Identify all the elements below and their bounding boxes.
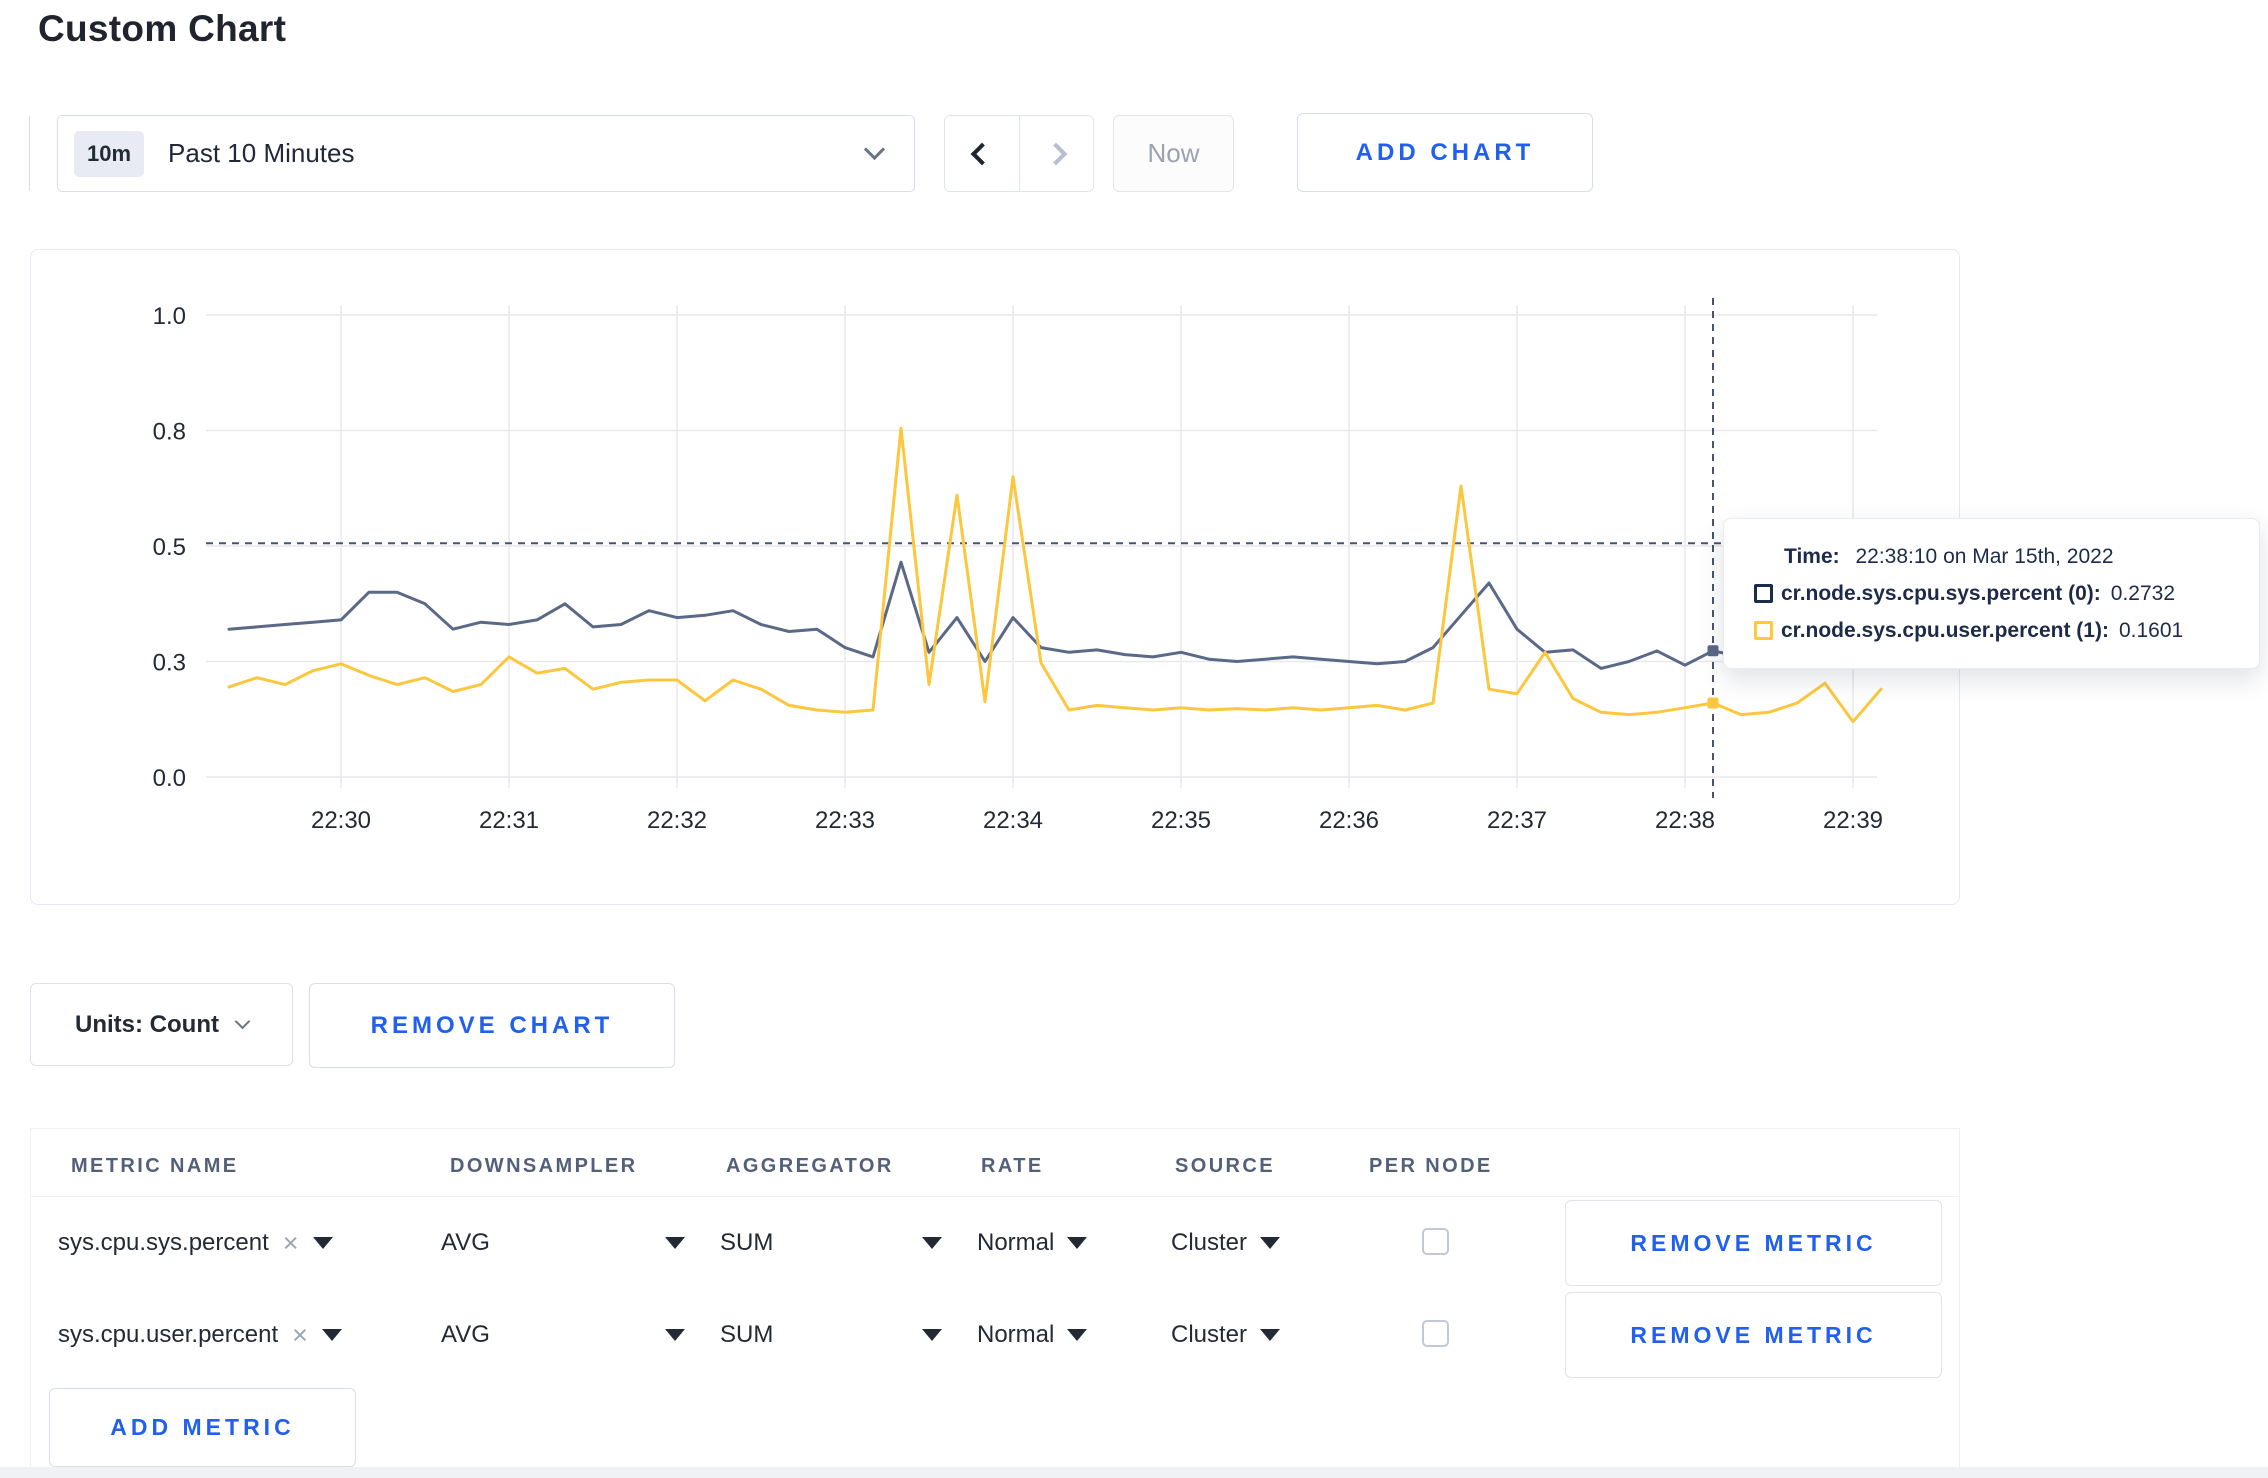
column-header-aggregator: AGGREGATOR	[726, 1155, 894, 1177]
source-value: Cluster	[1171, 1229, 1248, 1256]
page-bottom-strip	[0, 1467, 2268, 1478]
downsampler-select[interactable]: AVG	[441, 1292, 685, 1378]
series-line-1	[227, 426, 1883, 724]
metric-name-value: sys.cpu.user.percent	[58, 1321, 279, 1348]
time-window-label: Past 10 Minutes	[168, 138, 355, 168]
column-header-downsampler: DOWNSAMPLER	[450, 1155, 638, 1177]
next-time-button[interactable]	[1018, 116, 1093, 191]
caret-down-icon	[922, 1329, 942, 1341]
rate-select[interactable]: Normal	[977, 1292, 1088, 1378]
y-tick-label: 0.5	[153, 534, 186, 561]
caret-down-icon	[1067, 1329, 1088, 1341]
units-selector-label: Units: Count	[75, 1010, 219, 1038]
x-tick-label: 22:39	[1823, 807, 1883, 834]
tooltip-time-row: Time: 22:38:10 on Mar 15th, 2022	[1784, 545, 2259, 569]
chevron-down-icon	[234, 1013, 251, 1030]
tooltip-series-value: 0.2732	[2110, 581, 2176, 605]
per-node-checkbox[interactable]	[1422, 1320, 1449, 1347]
caret-down-icon	[312, 1237, 333, 1249]
tooltip-series-row: cr.node.sys.cpu.user.percent (1): 0.1601	[1754, 619, 2259, 643]
add-chart-button[interactable]: ADD CHART	[1297, 113, 1593, 192]
chart-panel[interactable]: 22:30 22:31 22:32 22:33 22:34 22:35 22:36 22:37…	[30, 249, 1960, 905]
source-select[interactable]: Cluster	[1171, 1200, 1281, 1286]
rate-value: Normal	[977, 1229, 1055, 1256]
chevron-left-icon	[970, 142, 994, 165]
user-series-swatch-icon	[1754, 621, 1773, 640]
column-header-metric-name: METRIC NAME	[71, 1155, 239, 1177]
caret-down-icon	[665, 1237, 685, 1249]
hover-point-0	[1707, 645, 1719, 657]
tooltip-series-row: cr.node.sys.cpu.sys.percent (0): 0.2732	[1754, 582, 2259, 606]
metrics-table-header: METRIC NAME DOWNSAMPLER AGGREGATOR RATE …	[31, 1129, 1959, 1197]
tooltip-time-label: Time:	[1784, 544, 1840, 568]
aggregator-select[interactable]: SUM	[720, 1200, 942, 1286]
metric-name-select[interactable]: sys.cpu.user.percent ×	[58, 1292, 342, 1378]
caret-down-icon	[1260, 1237, 1281, 1249]
table-row: sys.cpu.user.percent × AVG SUM Normal Cl…	[31, 1292, 1959, 1378]
rate-value: Normal	[977, 1321, 1055, 1348]
tooltip-series-value: 0.1601	[2118, 618, 2184, 642]
caret-down-icon	[1260, 1329, 1281, 1341]
caret-down-icon	[321, 1329, 342, 1341]
metrics-table: METRIC NAME DOWNSAMPLER AGGREGATOR RATE …	[30, 1128, 1960, 1467]
x-tick-label: 22:33	[815, 807, 875, 834]
x-tick-label: 22:37	[1487, 807, 1547, 834]
downsampler-value: AVG	[441, 1229, 490, 1256]
downsampler-value: AVG	[441, 1321, 490, 1348]
hover-point-1	[1707, 697, 1719, 709]
prev-time-button[interactable]	[945, 116, 1019, 191]
column-header-source: SOURCE	[1175, 1155, 1275, 1177]
source-value: Cluster	[1171, 1321, 1248, 1348]
aggregator-value: SUM	[720, 1321, 774, 1348]
metric-name-value: sys.cpu.sys.percent	[58, 1229, 269, 1256]
table-row: sys.cpu.sys.percent × AVG SUM Normal Clu…	[31, 1200, 1959, 1286]
time-window-badge: 10m	[74, 130, 145, 177]
time-window-selector[interactable]: 10m Past 10 Minutes	[57, 115, 915, 192]
caret-down-icon	[1067, 1237, 1088, 1249]
aggregator-select[interactable]: SUM	[720, 1292, 942, 1378]
y-tick-label: 1.0	[153, 303, 186, 330]
x-tick-label: 22:32	[647, 807, 707, 834]
clear-icon[interactable]: ×	[292, 1321, 308, 1349]
now-button[interactable]: Now	[1113, 115, 1234, 192]
x-tick-label: 22:34	[983, 807, 1043, 834]
remove-chart-button[interactable]: REMOVE CHART	[309, 983, 675, 1068]
column-header-rate: RATE	[981, 1155, 1044, 1177]
y-tick-label: 0.0	[153, 765, 186, 792]
page-title: Custom Chart	[38, 8, 287, 49]
y-tick-label: 0.3	[153, 650, 186, 677]
metric-name-select[interactable]: sys.cpu.sys.percent ×	[58, 1200, 333, 1286]
chart-tooltip: Time: 22:38:10 on Mar 15th, 2022 cr.node…	[1723, 518, 2260, 669]
remove-metric-button[interactable]: REMOVE METRIC	[1565, 1292, 1942, 1378]
caret-down-icon	[922, 1237, 942, 1249]
timeseries-chart: 22:30 22:31 22:32 22:33 22:34 22:35 22:36 22:37…	[153, 298, 1883, 834]
time-nav-group	[944, 115, 1094, 192]
chevron-right-icon	[1044, 142, 1068, 165]
toolbar-divider	[29, 116, 30, 191]
caret-down-icon	[665, 1329, 685, 1341]
sys-series-swatch-icon	[1754, 584, 1773, 603]
aggregator-value: SUM	[720, 1229, 774, 1256]
x-tick-label: 22:38	[1655, 807, 1715, 834]
x-tick-label: 22:35	[1151, 807, 1211, 834]
clear-icon[interactable]: ×	[283, 1229, 299, 1257]
rate-select[interactable]: Normal	[977, 1200, 1088, 1286]
series-line-0	[227, 560, 1883, 670]
chevron-down-icon	[863, 138, 886, 161]
remove-metric-button[interactable]: REMOVE METRIC	[1565, 1200, 1942, 1286]
x-tick-label: 22:31	[479, 807, 539, 834]
column-header-per-node: PER NODE	[1369, 1155, 1493, 1177]
custom-chart-page: Custom Chart 10m Past 10 Minutes Now ADD…	[0, 0, 2268, 1478]
per-node-checkbox[interactable]	[1422, 1228, 1449, 1255]
tooltip-series-label: cr.node.sys.cpu.sys.percent (0):	[1781, 581, 2101, 605]
units-selector[interactable]: Units: Count	[30, 983, 293, 1066]
tooltip-time-value: 22:38:10 on Mar 15th, 2022	[1855, 544, 2114, 568]
tooltip-series-label: cr.node.sys.cpu.user.percent (1):	[1781, 618, 2109, 642]
x-tick-label: 22:36	[1319, 807, 1379, 834]
y-tick-label: 0.8	[153, 419, 186, 446]
source-select[interactable]: Cluster	[1171, 1292, 1281, 1378]
add-metric-button[interactable]: ADD METRIC	[49, 1388, 356, 1467]
x-tick-label: 22:30	[311, 807, 371, 834]
downsampler-select[interactable]: AVG	[441, 1200, 685, 1286]
